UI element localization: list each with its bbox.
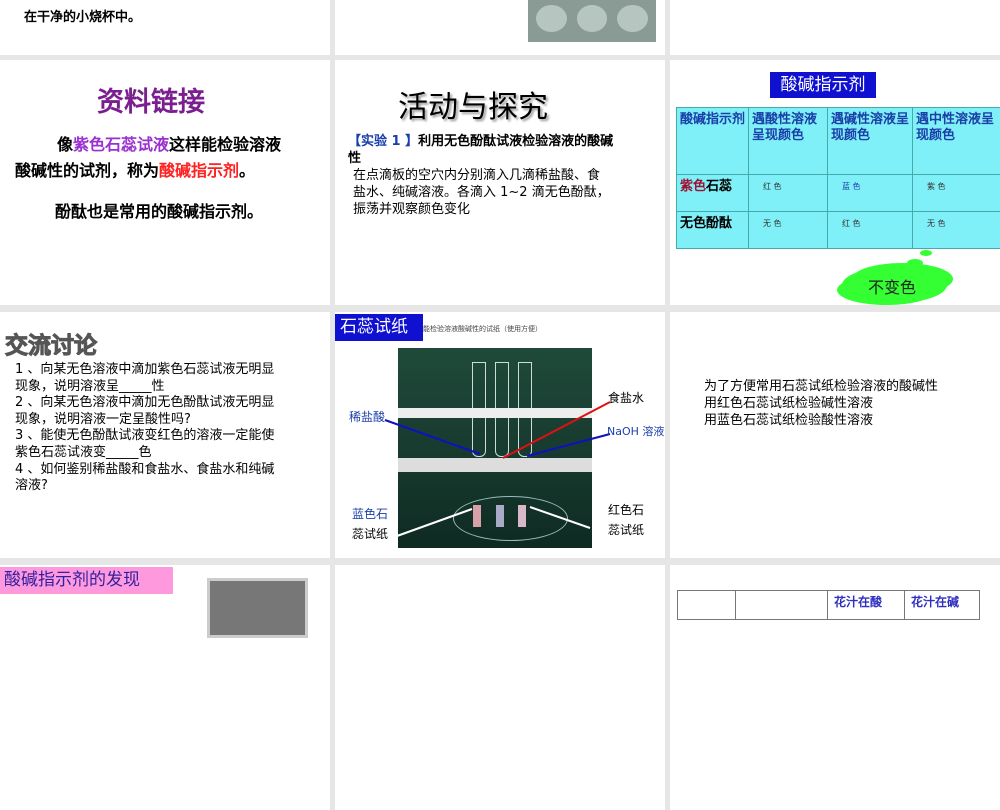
slide-text: 【实验 1 】利用无色酚酞试液检验溶液的酸碱 — [348, 130, 613, 149]
slide-text: 在干净的小烧杯中。 — [24, 6, 141, 25]
slide-title: 资料链接 — [97, 80, 205, 119]
text: 像 — [57, 135, 73, 154]
table-cell: 无 色 — [913, 212, 1000, 249]
slide-thumbnail-7[interactable]: 交流讨论 1 、向某无色溶液中滴加紫色石蕊试液无明显 现象，说明溶液呈_____… — [0, 312, 330, 558]
label-hcl: 稀盐酸 — [349, 408, 385, 425]
question-line: 溶液? — [15, 478, 274, 495]
slide-text: … — [24, 0, 37, 3]
table-cell: 无 色 — [749, 212, 828, 249]
label-salt-water: 食盐水 — [608, 389, 644, 406]
text: 酸碱性的试剂，称为 — [15, 161, 159, 180]
slide-title: 酸碱指示剂 — [770, 72, 876, 98]
text: 这样能检验溶液 — [169, 135, 281, 154]
label-naoh: NaOH 溶液 — [607, 423, 664, 439]
slide-thumbnail-9[interactable]: 为了方便常用石蕊试纸检验溶液的酸碱性 用红色石蕊试纸检验碱性溶液 用蓝色石蕊试纸… — [670, 312, 1000, 558]
table-cell: 蓝 色 — [828, 175, 913, 212]
slide-thumbnail-12[interactable]: 花汁在酸 花汁在碱 — [670, 565, 1000, 810]
slide-thumbnail-10[interactable]: 酸碱指示剂的发现 — [0, 565, 330, 810]
table: 花汁在酸 花汁在碱 — [677, 590, 980, 620]
text: 蕊试纸 — [608, 523, 644, 537]
portrait-image — [207, 578, 308, 638]
table-cell: 红 色 — [828, 212, 913, 249]
slide-thumbnail-4[interactable]: 资料链接 像紫色石蕊试液这样能检验溶液 酸碱性的试剂，称为酸碱指示剂。 酚酞也是… — [0, 60, 330, 305]
label-red-litmus: 红色石蕊试纸 — [608, 500, 644, 540]
question-line: 3 、能使无色酚酞试液变红色的溶液一定能使 — [15, 428, 274, 445]
slide-thumbnail-6[interactable]: 酸碱指示剂 酸碱指示剂 遇酸性溶液呈现颜色 遇碱性溶液呈现颜色 遇中性溶液呈现颜… — [670, 60, 1000, 305]
table-header: 遇中性溶液呈现颜色 — [913, 108, 1000, 175]
label-blue-litmus: 蓝色石蕊试纸 — [352, 504, 388, 544]
slide-thumbnail-11[interactable] — [335, 565, 665, 810]
slide-thumbnail-8[interactable]: 石蕊试纸 能检验溶液酸碱性的试纸（使用方便） 稀盐酸 食盐水 NaOH 溶液 蓝… — [335, 312, 665, 558]
table-cell: 紫色石蕊 — [677, 175, 749, 212]
text: 。 — [239, 161, 255, 180]
indicator-table: 酸碱指示剂 遇酸性溶液呈现颜色 遇碱性溶液呈现颜色 遇中性溶液呈现颜色 紫色石蕊… — [676, 107, 1000, 249]
slide-text: 振荡并观察颜色变化 — [353, 198, 470, 217]
table-header: 花汁在碱 — [905, 591, 979, 619]
question-line: 现象，说明溶液一定呈酸性吗? — [15, 412, 274, 429]
slide-text: 用蓝色石蕊试纸检验酸性溶液 — [704, 409, 873, 428]
slide-thumbnail-1[interactable]: … 在干净的小烧杯中。 — [0, 0, 330, 55]
table-cell: 红 色 — [749, 175, 828, 212]
highlight-text: 紫色石蕊试液 — [73, 135, 169, 154]
table-header: 花汁在酸 — [828, 591, 905, 619]
slide-title: 交流讨论 — [5, 326, 97, 360]
cloud-text: 不变色 — [868, 274, 916, 298]
question-line: 4 、如何鉴别稀盐酸和食盐水、食盐水和纯碱 — [15, 462, 274, 479]
question-line: 紫色石蕊试液变_____色 — [15, 445, 274, 462]
slide-thumbnail-3[interactable] — [670, 0, 1000, 55]
question-list: 1 、向某无色溶液中滴加紫色石蕊试液无明显 现象，说明溶液呈_____性 2 、… — [15, 362, 274, 495]
slide-text: 像紫色石蕊试液这样能检验溶液 — [57, 131, 281, 155]
slide-thumbnail-2[interactable] — [335, 0, 665, 55]
text: 蓝色石 — [352, 507, 388, 521]
slide-text: 酚酞也是常用的酸碱指示剂。 — [55, 198, 263, 222]
table-header: 遇酸性溶液呈现颜色 — [749, 108, 828, 175]
table-cell: 无色酚酞 — [677, 212, 749, 249]
slide-text: 酸碱性的试剂，称为酸碱指示剂。 — [15, 157, 255, 181]
thought-bubble-dot — [920, 250, 932, 256]
table-header — [736, 591, 828, 619]
text: 石蕊 — [706, 179, 732, 194]
thought-bubble-dot — [907, 259, 923, 267]
text: 紫色 — [680, 179, 706, 194]
text: 红色石 — [608, 503, 644, 517]
highlight-text: 酸碱指示剂 — [159, 161, 239, 180]
question-line: 1 、向某无色溶液中滴加紫色石蕊试液无明显 — [15, 362, 274, 379]
text: 蕊试纸 — [352, 527, 388, 541]
table-header: 酸碱指示剂 — [677, 108, 749, 175]
table-header: 遇碱性溶液呈现颜色 — [828, 108, 913, 175]
slide-title: 酸碱指示剂的发现 — [0, 567, 173, 594]
table-header — [678, 591, 736, 619]
text: 利用无色酚酞试液检验溶液的酸碱 — [418, 134, 613, 149]
spot-plate-image — [528, 0, 656, 42]
question-line: 现象，说明溶液呈_____性 — [15, 379, 274, 396]
slide-thumbnail-5[interactable]: 活动与探究 【实验 1 】利用无色酚酞试液检验溶液的酸碱 性 在点滴板的空穴内分… — [335, 60, 665, 305]
slide-title: 活动与探究 — [398, 82, 548, 126]
question-line: 2 、向某无色溶液中滴加无色酚酞试液无明显 — [15, 395, 274, 412]
table-cell: 紫 色 — [913, 175, 1000, 212]
